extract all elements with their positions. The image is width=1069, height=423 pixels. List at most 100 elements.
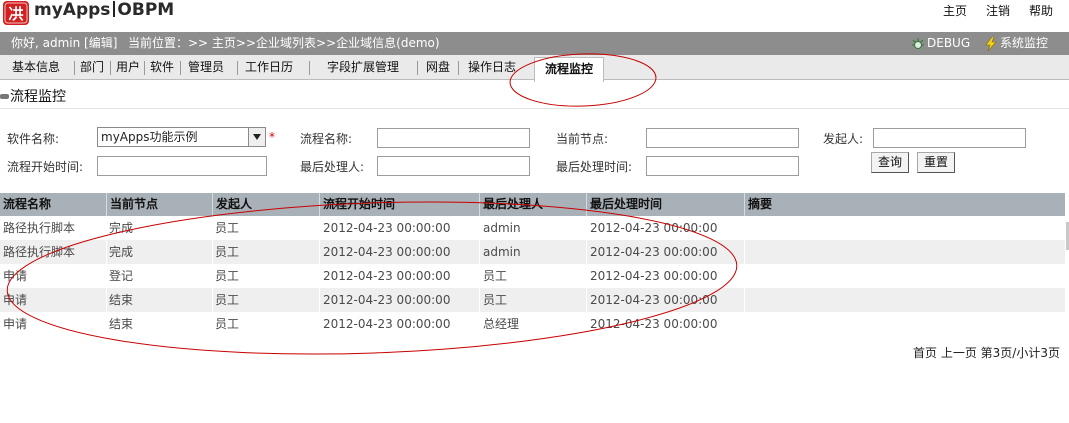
column-divider [479, 288, 480, 312]
cell-summary [745, 240, 748, 264]
software-select-value: myApps功能示例 [101, 130, 198, 144]
tab-divider [74, 61, 75, 75]
first-page-link[interactable]: 首页 [913, 346, 937, 360]
current-node-input[interactable] [646, 128, 799, 148]
software-label: 软件名称: [7, 132, 60, 146]
column-header-last-handler[interactable]: 最后处理人 [479, 193, 586, 216]
cell-initiator: 员工 [215, 245, 240, 259]
chevron-down-icon[interactable] [248, 128, 265, 146]
cell-initiator: 员工 [215, 269, 240, 283]
cell-summary [745, 312, 748, 336]
cell-initiator: 员工 [215, 293, 240, 307]
tab-divider [110, 61, 111, 75]
last-time-label: 最后处理时间: [556, 160, 633, 174]
required-mark: * [269, 130, 275, 144]
bug-icon [912, 37, 924, 49]
debug-button[interactable]: DEBUG [911, 32, 970, 55]
tab-divider [417, 61, 418, 75]
cell-initiator: 员工 [215, 221, 240, 235]
column-header-last-time[interactable]: 最后处理时间 [586, 193, 744, 216]
breadcrumb: 当前位置：>> 主页>>企业域列表>>企业域信息(demo) [128, 36, 440, 50]
table-row[interactable]: 申请 登记 员工 2012-04-23 00:00:00 员工 2012-04-… [0, 264, 1065, 288]
tab-users[interactable]: 用户 [116, 55, 140, 80]
column-divider [319, 240, 320, 264]
column-divider [106, 288, 107, 312]
cell-current-node: 登记 [109, 269, 134, 283]
cell-last-handler: admin [483, 221, 521, 235]
title-divider [0, 108, 1069, 109]
app-suffix: OBPM [117, 0, 175, 20]
column-divider [479, 240, 480, 264]
last-time-input[interactable] [646, 156, 799, 176]
system-monitor-label: 系统监控 [1000, 36, 1049, 50]
cell-current-node: 结束 [109, 293, 134, 307]
last-handler-label: 最后处理人: [300, 160, 365, 174]
flow-name-label: 流程名称: [300, 132, 353, 146]
tab-bar: 基本信息 部门 用户 软件 管理员 工作日历 字段扩展管理 网盘 操作日志 流程… [0, 55, 1069, 82]
start-time-label: 流程开始时间: [7, 160, 84, 174]
cell-last-handler: 员工 [483, 269, 508, 283]
table-row[interactable]: 路径执行脚本 完成 员工 2012-04-23 00:00:00 admin 2… [0, 216, 1065, 240]
column-header-initiator[interactable]: 发起人 [212, 193, 319, 216]
column-divider [106, 240, 107, 264]
column-header-start-time[interactable]: 流程开始时间 [319, 193, 479, 216]
tab-netdisk[interactable]: 网盘 [426, 55, 450, 80]
tab-field-extension[interactable]: 字段扩展管理 [327, 55, 399, 80]
cell-flow-name: 路径执行脚本 [3, 245, 76, 259]
app-logo-icon: 㓋 [3, 1, 29, 25]
tab-process-monitor[interactable]: 流程监控 [534, 57, 605, 82]
help-link[interactable]: 帮助 [1029, 2, 1053, 19]
tab-divider [458, 61, 459, 75]
cell-last-time: 2012-04-23 00:00:00 [590, 317, 718, 331]
tab-basic-info[interactable]: 基本信息 [12, 55, 60, 80]
cell-start-time: 2012-04-23 00:00:00 [323, 317, 451, 331]
cell-flow-name: 路径执行脚本 [3, 221, 76, 235]
home-link[interactable]: 主页 [943, 2, 967, 19]
tab-software[interactable]: 软件 [150, 55, 174, 80]
reset-button[interactable]: 重置 [917, 152, 955, 173]
column-divider [212, 288, 213, 312]
prev-page-link[interactable]: 上一页 [941, 346, 977, 360]
app-name: myApps [34, 0, 111, 20]
user-greeting[interactable]: 你好, admin [编辑] [11, 32, 117, 55]
tab-administrators[interactable]: 管理员 [188, 55, 224, 80]
column-header-current-node[interactable]: 当前节点 [106, 193, 212, 216]
table-header: 流程名称 当前节点 发起人 流程开始时间 最后处理人 最后处理时间 摘要 [0, 193, 1065, 216]
top-header: 㓋 myApps OBPM 主页 注销 帮助 [0, 0, 1069, 32]
tab-work-calendar[interactable]: 工作日历 [245, 55, 293, 80]
tab-divider [144, 61, 145, 75]
app-title: myApps OBPM [34, 0, 174, 22]
cell-initiator: 员工 [215, 317, 240, 331]
table-row[interactable]: 申请 结束 员工 2012-04-23 00:00:00 员工 2012-04-… [0, 288, 1065, 312]
page-status: 第3页/小计3页 [980, 346, 1060, 360]
cell-summary [745, 264, 748, 288]
last-handler-input[interactable] [377, 156, 530, 176]
software-select[interactable]: myApps功能示例 [97, 127, 266, 147]
initiator-input[interactable] [873, 128, 1026, 148]
info-bar: 你好, admin [编辑] 当前位置：>> 主页>>企业域列表>>企业域信息(… [0, 32, 1069, 55]
cell-flow-name: 申请 [3, 269, 28, 283]
cell-current-node: 完成 [109, 245, 134, 259]
cell-last-handler: 员工 [483, 293, 508, 307]
table-row[interactable]: 申请 结束 员工 2012-04-23 00:00:00 总经理 2012-04… [0, 312, 1065, 336]
system-monitor-button[interactable]: 系统监控 [984, 32, 1048, 55]
logout-link[interactable]: 注销 [986, 2, 1010, 19]
cell-last-time: 2012-04-23 00:00:00 [590, 221, 718, 235]
column-header-flow-name[interactable]: 流程名称 [0, 193, 106, 216]
flow-name-input[interactable] [377, 128, 530, 148]
title-separator [113, 1, 116, 17]
start-time-input[interactable] [97, 156, 267, 176]
initiator-label: 发起人: [823, 132, 864, 146]
debug-label: DEBUG [927, 36, 971, 50]
table-row[interactable]: 路径执行脚本 完成 员工 2012-04-23 00:00:00 admin 2… [0, 240, 1065, 264]
logo-glyph: 㓋 [8, 5, 23, 23]
cell-summary [745, 288, 748, 312]
tab-departments[interactable]: 部门 [80, 55, 104, 80]
cell-start-time: 2012-04-23 00:00:00 [323, 269, 451, 283]
column-divider [744, 288, 745, 312]
lightning-icon [985, 36, 997, 51]
column-header-summary[interactable]: 摘要 [744, 193, 1065, 216]
page-title: 流程监控 [0, 86, 66, 106]
query-button[interactable]: 查询 [871, 152, 909, 173]
tab-operation-log[interactable]: 操作日志 [468, 55, 516, 80]
